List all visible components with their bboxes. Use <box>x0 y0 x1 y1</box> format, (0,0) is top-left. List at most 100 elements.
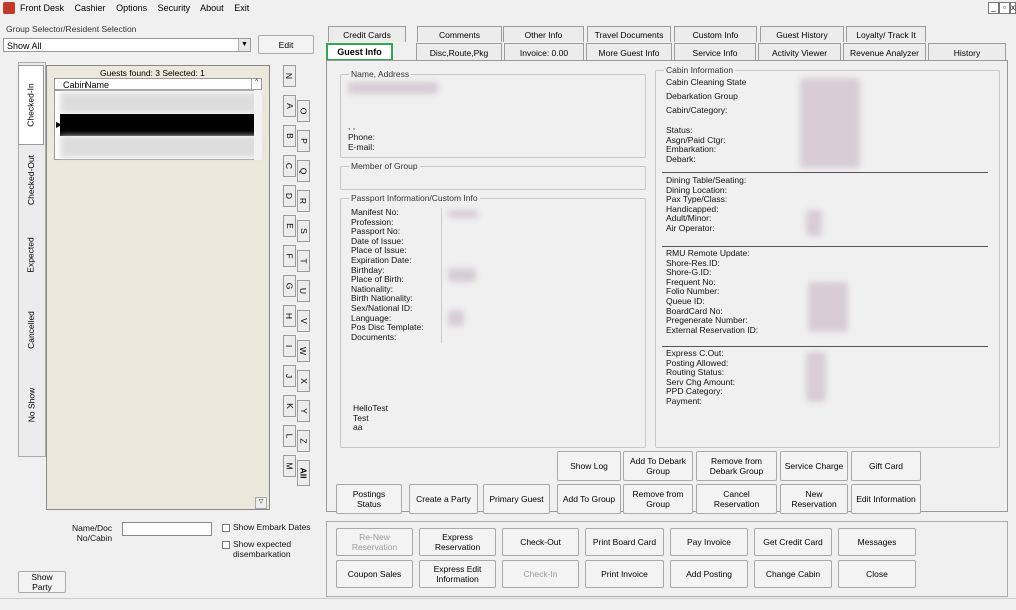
show-embark-label: Show Embark Dates <box>233 522 311 532</box>
letter-m[interactable]: M <box>283 455 296 477</box>
table-row-selected[interactable] <box>60 114 258 136</box>
menu-options[interactable]: Options <box>116 3 147 13</box>
letter-all[interactable]: All <box>297 460 310 486</box>
menu-security[interactable]: Security <box>158 3 191 13</box>
tab-cancelled[interactable]: Cancelled <box>18 290 44 370</box>
close-window-button[interactable]: x <box>1010 2 1016 14</box>
chevron-down-icon[interactable]: ▼ <box>238 39 250 51</box>
print-board-card-button[interactable]: Print Board Card <box>585 528 664 556</box>
letter-k[interactable]: K <box>283 395 296 417</box>
letter-x[interactable]: X <box>297 370 310 392</box>
tab-top-1[interactable]: Comments <box>417 26 502 42</box>
letter-w[interactable]: W <box>297 340 310 362</box>
get-credit-card-button[interactable]: Get Credit Card <box>754 528 832 556</box>
show-expected-checkbox[interactable] <box>222 541 230 549</box>
list-scrollbar[interactable] <box>254 90 262 160</box>
letter-s[interactable]: S <box>297 220 310 242</box>
express-edit-information-button[interactable]: Express Edit Information <box>419 560 496 588</box>
tab-checked-in[interactable]: Checked-In <box>18 65 44 145</box>
letter-e[interactable]: E <box>283 215 296 237</box>
show-log-button[interactable]: Show Log <box>557 451 621 481</box>
maximize-button[interactable]: ▫ <box>999 2 1010 14</box>
edit-information-button[interactable]: Edit Information <box>851 484 921 514</box>
tab-5[interactable]: Activity Viewer <box>758 43 841 61</box>
tab-3[interactable]: More Guest Info <box>586 43 672 61</box>
letter-c[interactable]: C <box>283 155 296 177</box>
letter-t[interactable]: T <box>297 250 310 272</box>
close-button[interactable]: Close <box>838 560 916 588</box>
letter-y[interactable]: Y <box>297 400 310 422</box>
letter-b[interactable]: B <box>283 125 296 147</box>
show-party-button[interactable]: Show Party <box>18 571 66 593</box>
new-reservation-button[interactable]: New Reservation <box>780 484 848 514</box>
table-row[interactable] <box>60 92 260 114</box>
letter-u[interactable]: U <box>297 280 310 302</box>
letter-r[interactable]: R <box>297 190 310 212</box>
tab-expected[interactable]: Expected <box>18 215 44 295</box>
tab-top-5[interactable]: Guest History <box>760 26 844 42</box>
gift-card-button[interactable]: Gift Card <box>851 451 921 481</box>
tab-no-show[interactable]: No Show <box>18 370 44 440</box>
change-cabin-button[interactable]: Change Cabin <box>754 560 832 588</box>
tab-0[interactable]: Guest Info <box>326 43 393 61</box>
menu-exit[interactable]: Exit <box>234 3 249 13</box>
postings-status-button[interactable]: Postings Status <box>336 484 402 514</box>
letter-p[interactable]: P <box>297 130 310 152</box>
create-party-button[interactable]: Create a Party <box>409 484 478 514</box>
tab-4[interactable]: Service Info <box>674 43 756 61</box>
remove-from-group-button[interactable]: Remove from Group <box>623 484 693 514</box>
letter-h[interactable]: H <box>283 305 296 327</box>
primary-guest-button[interactable]: Primary Guest <box>483 484 550 514</box>
letter-z[interactable]: Z <box>297 430 310 452</box>
tab-6[interactable]: Revenue Analyzer <box>843 43 926 61</box>
renew-reservation-button[interactable]: Re-New Reservation <box>336 528 413 556</box>
service-charge-button[interactable]: Service Charge <box>780 451 848 481</box>
tab-top-0[interactable]: Credit Cards <box>328 26 406 42</box>
table-row[interactable] <box>60 136 260 158</box>
check-out-button[interactable]: Check-Out <box>502 528 579 556</box>
add-to-debark-group-button[interactable]: Add To Debark Group <box>623 451 693 481</box>
tab-top-3[interactable]: Travel Documents <box>587 26 671 42</box>
express-reservation-button[interactable]: Express Reservation <box>419 528 496 556</box>
scroll-up-icon[interactable]: ^ <box>251 79 261 89</box>
remove-from-debark-group-button[interactable]: Remove from Debark Group <box>696 451 777 481</box>
tab-top-6[interactable]: Loyalty/ Track It <box>846 26 926 42</box>
check-in-button[interactable]: Check-In <box>502 560 579 588</box>
col-cabin[interactable]: Cabin <box>63 80 87 90</box>
tab-7[interactable]: History <box>928 43 1006 61</box>
print-invoice-button[interactable]: Print Invoice <box>585 560 664 588</box>
letter-i[interactable]: I <box>283 335 296 357</box>
letter-n[interactable]: N <box>283 65 296 87</box>
letter-q[interactable]: Q <box>297 160 310 182</box>
letter-g[interactable]: G <box>283 275 296 297</box>
show-embark-checkbox[interactable] <box>222 524 230 532</box>
col-name[interactable]: Name <box>85 80 109 90</box>
name-doc-input[interactable] <box>122 522 212 536</box>
tab-checked-out[interactable]: Checked-Out <box>18 150 44 210</box>
tab-top-2[interactable]: Other Info <box>503 26 584 42</box>
letter-d[interactable]: D <box>283 185 296 207</box>
tab-2[interactable]: Invoice: 0.00 <box>504 43 584 61</box>
menu-cashier[interactable]: Cashier <box>75 3 106 13</box>
menu-front-desk[interactable]: Front Desk <box>20 3 64 13</box>
coupon-sales-button[interactable]: Coupon Sales <box>336 560 413 588</box>
cancel-reservation-button[interactable]: Cancel Reservation <box>696 484 777 514</box>
add-to-group-button[interactable]: Add To Group <box>557 484 621 514</box>
scroll-down-button[interactable]: ▽ <box>255 497 267 509</box>
letter-l[interactable]: L <box>283 425 296 447</box>
add-posting-button[interactable]: Add Posting <box>670 560 748 588</box>
letter-f[interactable]: F <box>283 245 296 267</box>
letter-j[interactable]: J <box>283 365 296 387</box>
letter-a[interactable]: A <box>283 95 296 117</box>
minimize-button[interactable]: _ <box>988 2 999 14</box>
tab-1[interactable]: Disc,Route,Pkg <box>416 43 502 61</box>
edit-group-button[interactable]: Edit <box>258 35 314 54</box>
group-select-dropdown[interactable]: Show All ▼ <box>3 38 251 52</box>
app-icon <box>3 2 15 14</box>
menu-about[interactable]: About <box>200 3 224 13</box>
letter-o[interactable]: O <box>297 100 310 122</box>
letter-v[interactable]: V <box>297 310 310 332</box>
pay-invoice-button[interactable]: Pay Invoice <box>670 528 748 556</box>
tab-top-4[interactable]: Custom Info <box>674 26 757 42</box>
messages-button[interactable]: Messages <box>838 528 916 556</box>
